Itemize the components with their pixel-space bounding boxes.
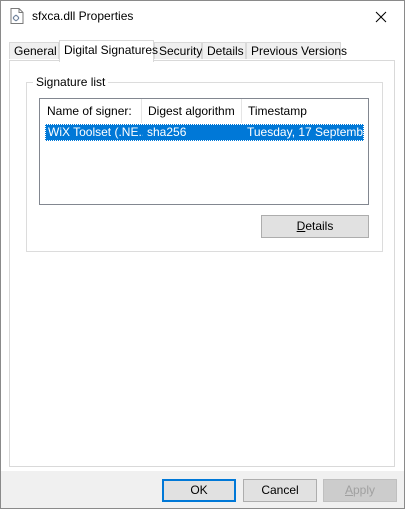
table-row[interactable]: WiX Toolset (.NE... sha256 Tuesday, 17 S… xyxy=(45,124,364,141)
cell-signer: WiX Toolset (.NE... xyxy=(48,125,143,139)
column-header-digest[interactable]: Digest algorithm xyxy=(141,99,241,123)
apply-button[interactable]: Apply xyxy=(323,479,397,502)
details-button[interactable]: Details xyxy=(261,215,369,238)
window-title: sfxca.dll Properties xyxy=(32,9,134,23)
file-document-icon xyxy=(10,8,24,24)
tab-general[interactable]: General xyxy=(9,42,59,59)
cell-timestamp: Tuesday, 17 Septemb... xyxy=(247,125,363,139)
close-button[interactable] xyxy=(358,1,404,32)
column-header-timestamp[interactable]: Timestamp xyxy=(241,99,368,123)
properties-dialog: sfxca.dll Properties General Digital Sig… xyxy=(0,0,405,509)
cancel-button[interactable]: Cancel xyxy=(243,479,317,502)
signature-list[interactable]: Name of signer: Digest algorithm Timesta… xyxy=(39,98,369,205)
column-header-signer[interactable]: Name of signer: xyxy=(40,99,141,123)
digital-signatures-panel: Signature list Name of signer: Digest al… xyxy=(9,60,395,467)
tab-digital-signatures[interactable]: Digital Signatures xyxy=(59,40,158,62)
list-header: Name of signer: Digest algorithm Timesta… xyxy=(40,99,368,123)
tab-security[interactable]: Security xyxy=(154,42,202,59)
signature-list-group: Signature list Name of signer: Digest al… xyxy=(26,75,383,252)
cell-digest: sha256 xyxy=(147,125,187,139)
title-bar[interactable]: sfxca.dll Properties xyxy=(1,1,404,32)
close-icon xyxy=(375,11,387,22)
ok-button[interactable]: OK xyxy=(162,479,236,502)
tab-previous-versions[interactable]: Previous Versions xyxy=(246,42,347,59)
dialog-footer: OK Cancel Apply xyxy=(1,471,404,508)
tab-details[interactable]: Details xyxy=(202,42,246,59)
signature-list-label: Signature list xyxy=(33,75,109,89)
